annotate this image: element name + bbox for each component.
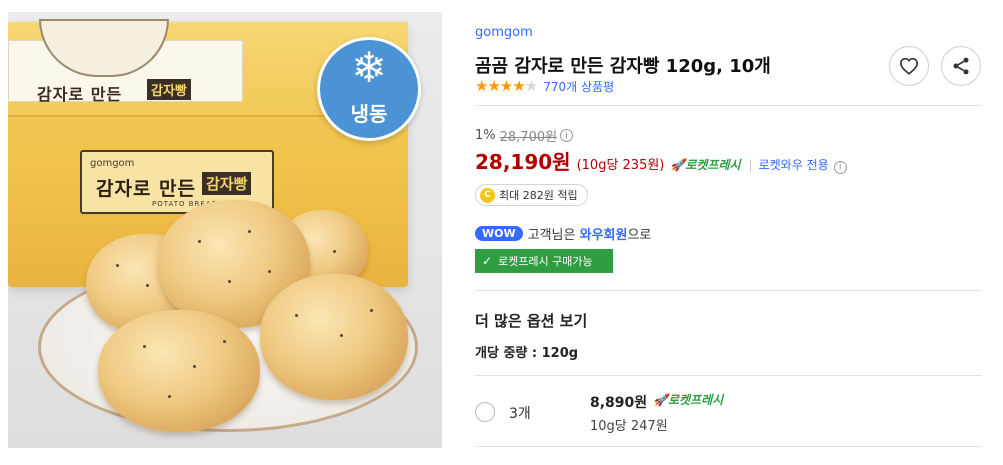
- rocket-wow-only: 로켓와우 전용: [758, 158, 829, 172]
- wow-membership-row: WOW 고객님은 와우회원 으로: [475, 224, 651, 243]
- option-unit-price: 10g당 247원: [590, 419, 668, 434]
- unit-price: (10g당 235원): [576, 158, 665, 173]
- option-price: 8,890원: [590, 395, 648, 411]
- sale-price: 28,190원: [475, 150, 571, 174]
- rocket-icon: 🚀: [653, 393, 668, 407]
- option-radio[interactable]: [475, 402, 495, 422]
- box-label-tag: 감자빵: [202, 172, 252, 195]
- freeze-badge-label: 냉동: [350, 102, 388, 126]
- share-icon: [953, 57, 969, 75]
- box-sticker-text: 감자로 만든: [37, 85, 123, 104]
- rating[interactable]: ★★★★★ 770개 상품평: [475, 77, 614, 95]
- freeze-badge: ❄ 냉동: [317, 37, 421, 141]
- wishlist-button[interactable]: [889, 46, 929, 86]
- separator: |: [748, 158, 753, 172]
- product-title: 곰곰 감자로 만든 감자빵 120g, 10개: [475, 56, 771, 77]
- option-spec-label: 개당 중량 : 120g: [475, 346, 579, 361]
- coin-icon: C: [480, 187, 495, 203]
- bread-roll: [98, 310, 260, 432]
- original-price: 28,700원: [499, 130, 558, 145]
- wow-text-prefix: 고객님은: [527, 228, 576, 243]
- discount-rate: 1%: [475, 128, 496, 143]
- info-icon[interactable]: i: [833, 160, 847, 174]
- bread-roll: [260, 274, 408, 400]
- check-icon: ✓: [482, 254, 493, 268]
- star-empty-icon: ★: [524, 77, 538, 95]
- more-options-title: 더 많은 옵션 보기: [475, 312, 588, 330]
- box-sticker-tag: 감자빵: [147, 79, 191, 100]
- wow-member-name: 와우회원: [579, 228, 628, 243]
- option-row[interactable]: 3개 8,890원 🚀로켓프레시 10g당 247원: [475, 375, 982, 447]
- product-info-panel: gomgom 곰곰 감자로 만든 감자빵 120g, 10개 ★★★★★ 770…: [475, 0, 985, 465]
- product-image: 감자로 만든 감자빵 gomgom 감자로 만든 감자빵 POTATO BREA…: [8, 12, 442, 448]
- rocket-icon: 🚀: [670, 158, 686, 172]
- price-row: 28,190원 (10g당 235원) 🚀로켓프레시 | 로켓와우 전용 i: [475, 146, 847, 175]
- cashback-text: 최대 282원 적립: [499, 189, 578, 202]
- box-sticker: 감자로 만든 감자빵: [8, 19, 243, 104]
- snowflake-icon: ❄: [351, 43, 387, 92]
- rocket-fresh-badge: 🚀로켓프레시: [670, 158, 741, 172]
- box-brand: gomgom: [90, 158, 135, 169]
- option-qty: 3개: [509, 406, 531, 422]
- option-rocket-badge: 🚀로켓프레시: [653, 393, 724, 407]
- box-label-text: 감자로 만든: [96, 178, 197, 200]
- discount-row: 1% 28,700원 i: [475, 126, 574, 145]
- star-icon: ★★★★: [475, 77, 526, 95]
- divider: [475, 290, 982, 291]
- share-button[interactable]: [941, 46, 981, 86]
- rocket-buy-label: 로켓프레시 구매가능: [498, 255, 593, 268]
- wow-badge: WOW: [475, 226, 523, 241]
- rocket-fresh-available-badge: ✓ 로켓프레시 구매가능: [475, 249, 613, 273]
- heart-icon: [899, 57, 919, 75]
- star-rating: ★★★★★: [475, 77, 538, 95]
- review-count-link[interactable]: 770개 상품평: [543, 78, 614, 95]
- info-icon[interactable]: i: [560, 129, 574, 142]
- cashback-badge: C 최대 282원 적립: [475, 184, 588, 206]
- wow-text-suffix: 으로: [627, 228, 652, 243]
- brand-link[interactable]: gomgom: [475, 25, 533, 40]
- box-seal: [39, 19, 169, 77]
- divider: [475, 105, 982, 106]
